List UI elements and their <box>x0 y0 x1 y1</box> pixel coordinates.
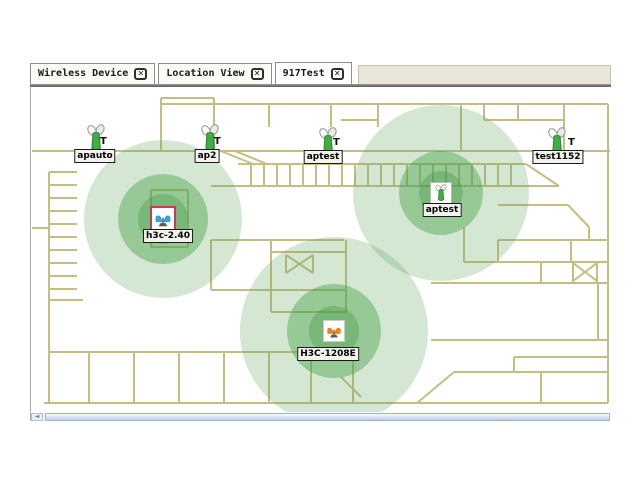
antenna-t-mark: T <box>214 137 221 147</box>
antenna-t-mark: T <box>568 138 575 148</box>
device-label: h3c-2.40 <box>143 229 193 243</box>
tab-bar: Wireless Device ✕ Location View ✕ 917Tes… <box>30 62 611 84</box>
tab-filler-strip <box>358 65 611 84</box>
horizontal-scrollbar[interactable]: ◄ <box>30 412 610 421</box>
antenna-t-mark: T <box>333 138 340 148</box>
tab-close-icon[interactable]: ✕ <box>331 68 344 80</box>
ap-coverage-icon[interactable] <box>430 182 452 204</box>
tab-wireless-device[interactable]: Wireless Device ✕ <box>30 63 155 84</box>
tab-917test[interactable]: 917Test ✕ <box>275 62 352 84</box>
antenna-t-mark: T <box>100 137 107 147</box>
device-label: test1152 <box>532 150 583 164</box>
device-label: ap2 <box>195 149 220 163</box>
ap-sprout-icon <box>432 184 450 202</box>
ap-antenna-icon <box>153 209 173 229</box>
ap-antenna-icon <box>325 322 343 340</box>
tab-close-icon[interactable]: ✕ <box>134 68 147 80</box>
tab-label: Location View <box>166 68 244 80</box>
device-label: apauto <box>74 149 115 163</box>
scroll-left-button[interactable]: ◄ <box>31 413 43 421</box>
location-view-window: Wireless Device ✕ Location View ✕ 917Tes… <box>30 62 611 421</box>
tab-label: 917Test <box>283 68 325 80</box>
tab-close-icon[interactable]: ✕ <box>251 68 264 80</box>
device-label: aptest <box>304 150 343 164</box>
ap-coverage-icon[interactable] <box>323 320 345 342</box>
tab-location-view[interactable]: Location View ✕ <box>158 63 271 84</box>
map-canvas[interactable]: h3c-2.40 aptest H3C-1208E Tapauto Tap2 Taptes… <box>30 87 611 412</box>
scroll-thumb[interactable] <box>45 413 610 421</box>
tab-label: Wireless Device <box>38 68 128 80</box>
device-label: aptest <box>423 203 462 217</box>
device-label: H3C-1208E <box>297 347 359 361</box>
